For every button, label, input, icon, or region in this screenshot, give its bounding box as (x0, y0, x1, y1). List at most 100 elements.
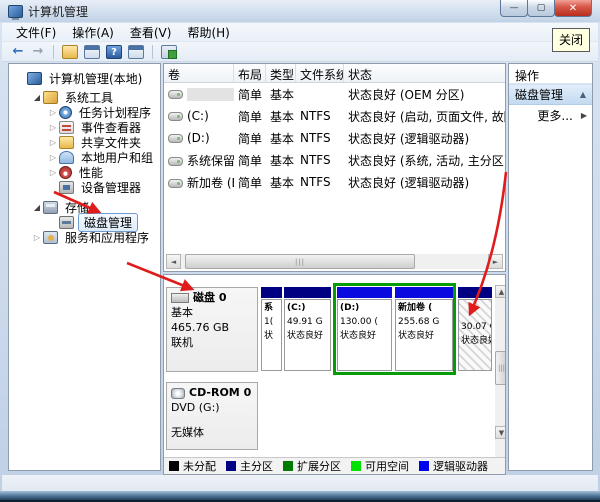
disk0-name: 磁盘 0 (193, 291, 226, 306)
legend-swatch (283, 461, 293, 471)
status-cell: 状态良好 (逻辑驱动器) (344, 174, 506, 191)
type-cell: 基本 (266, 152, 296, 169)
partition-body: 系1(状 (261, 299, 282, 371)
partition-新加卷[interactable]: 新加卷 (255.68 G状态良好 (395, 287, 453, 372)
collapsed-triangle-icon[interactable]: ▷ (47, 108, 59, 117)
vertical-scroll-thumb[interactable]: ||| (495, 351, 506, 385)
vertical-scrollbar[interactable]: ▲ ||| ▼ (495, 285, 506, 457)
volume-name-cell: 系统保留 (164, 152, 234, 169)
cdrom-drive: DVD (G:) (171, 401, 253, 416)
partition-text-line: 130.00 ( (340, 316, 389, 330)
folder-icon[interactable] (62, 45, 78, 59)
collapse-caret-icon[interactable]: ▲ (580, 90, 586, 99)
disk-icon (171, 293, 189, 303)
minimize-button[interactable]: — (500, 0, 528, 17)
partition-header-strip (458, 287, 492, 298)
window-title: 计算机管理 (28, 3, 88, 20)
cdrom-icon (171, 388, 185, 399)
sidebar-item-computer[interactable]: 计算机管理(本地) (9, 71, 160, 86)
disk0-size: 465.76 GB (171, 321, 253, 336)
sidebar-item-perf[interactable]: ▷性能 (9, 165, 160, 180)
partition-C[interactable]: (C:)49.91 G状态良好 (284, 287, 331, 372)
partition-text-line: 49.91 G (287, 316, 328, 330)
cdrom-label-cell[interactable]: CD-ROM 0 DVD (G:) 无媒体 (166, 382, 258, 450)
sidebar-item-clock[interactable]: ▷任务计划程序 (9, 105, 160, 120)
filesystem-cell: NTFS (296, 153, 344, 167)
device-icon (59, 181, 74, 194)
table-row[interactable]: (D:)简单基本NTFS状态良好 (逻辑驱动器) (164, 127, 505, 149)
maximize-button[interactable]: ▢ (527, 0, 555, 17)
menu-item[interactable]: 操作(A) (64, 22, 122, 43)
partition-D[interactable]: (D:)130.00 (状态良好 (337, 287, 392, 372)
partition-3007G[interactable]: 30.07 G状态良好 (458, 287, 492, 372)
column-header[interactable]: 类型 (266, 64, 296, 82)
window-controls: — ▢ ✕ (501, 0, 592, 17)
collapsed-triangle-icon[interactable]: ▷ (47, 138, 59, 147)
scroll-down-button[interactable]: ▼ (495, 426, 506, 439)
more-actions-item[interactable]: 更多... ▶ (509, 105, 592, 126)
partition-text-line: 状态良好 (340, 330, 389, 344)
back-arrow-icon[interactable]: ← (8, 44, 28, 59)
forward-arrow-icon[interactable]: → (28, 44, 48, 59)
tree-item-label: 设备管理器 (78, 179, 144, 196)
partition-text-line: 新加卷 ( (398, 302, 450, 316)
collapsed-triangle-icon[interactable]: ▷ (31, 233, 43, 242)
sidebar-item-tools[interactable]: ◢系统工具 (9, 90, 160, 105)
volume-list-pane: 卷布局类型文件系统状态 简单基本状态良好 (OEM 分区)(C:)简单基本NTF… (163, 63, 506, 272)
event-icon (59, 121, 74, 134)
more-actions-label: 更多... (537, 107, 572, 124)
disk0-status: 联机 (171, 336, 253, 351)
disk0-label-cell[interactable]: 磁盘 0 基本 465.76 GB 联机 (166, 287, 258, 372)
console-tree-pane: 计算机管理(本地) ◢系统工具▷任务计划程序▷事件查看器▷共享文件夹▷本地用户和组… (8, 63, 161, 471)
share-icon (59, 136, 74, 149)
table-row[interactable]: 简单基本状态良好 (OEM 分区) (164, 83, 505, 105)
table-row[interactable]: 新加卷 (E:)简单基本NTFS状态良好 (逻辑驱动器) (164, 171, 505, 193)
layout-cell: 简单 (234, 130, 266, 147)
sidebar-item-disk[interactable]: 磁盘管理 (9, 215, 160, 230)
expanded-triangle-icon[interactable]: ◢ (31, 93, 43, 102)
sidebar-item-share[interactable]: ▷共享文件夹 (9, 135, 160, 150)
table-row[interactable]: (C:)简单基本NTFS状态良好 (启动, 页面文件, 故障转储, (164, 105, 505, 127)
computer-management-window: 计算机管理 — ▢ ✕ 关闭 文件(F)操作(A)查看(V)帮助(H) ← → … (0, 0, 600, 502)
export-list-icon[interactable] (161, 45, 177, 59)
horizontal-scrollbar[interactable]: ◄ ||| ► (166, 254, 503, 269)
help-icon[interactable]: ? (106, 45, 122, 59)
layout-cell: 简单 (234, 152, 266, 169)
close-button[interactable]: ✕ (554, 0, 592, 17)
computer-icon (27, 72, 42, 85)
sidebar-item-device[interactable]: 设备管理器 (9, 180, 160, 195)
legend-label: 扩展分区 (297, 458, 341, 474)
legend-label: 未分配 (183, 458, 216, 474)
partition-系[interactable]: 系1(状 (261, 287, 282, 372)
legend-item: 扩展分区 (283, 458, 341, 474)
scroll-right-button[interactable]: ► (488, 254, 503, 269)
console-window-icon[interactable] (84, 45, 100, 59)
menu-item[interactable]: 文件(F) (8, 22, 64, 43)
column-header[interactable]: 文件系统 (296, 64, 344, 82)
menu-item[interactable]: 帮助(H) (179, 22, 237, 43)
collapsed-triangle-icon[interactable]: ▷ (47, 123, 59, 132)
drive-icon (168, 112, 183, 121)
scroll-up-button[interactable]: ▲ (495, 285, 506, 298)
layout-cell: 简单 (234, 108, 266, 125)
sidebar-item-services[interactable]: ▷服务和应用程序 (9, 230, 160, 245)
actions-group-disk-management[interactable]: 磁盘管理 ▲ (509, 84, 592, 105)
filesystem-cell: NTFS (296, 131, 344, 145)
legend-label: 主分区 (240, 458, 273, 474)
status-cell: 状态良好 (OEM 分区) (344, 86, 506, 103)
column-header[interactable]: 布局 (234, 64, 266, 82)
sidebar-item-users[interactable]: ▷本地用户和组 (9, 150, 160, 165)
scroll-left-button[interactable]: ◄ (166, 254, 181, 269)
collapsed-triangle-icon[interactable]: ▷ (47, 168, 59, 177)
collapsed-triangle-icon[interactable]: ▷ (47, 153, 59, 162)
sidebar-item-event[interactable]: ▷事件查看器 (9, 120, 160, 135)
column-header[interactable]: 状态 (344, 64, 506, 82)
status-cell: 状态良好 (逻辑驱动器) (344, 130, 506, 147)
menu-item[interactable]: 查看(V) (122, 22, 180, 43)
table-row[interactable]: 系统保留简单基本NTFS状态良好 (系统, 活动, 主分区) (164, 149, 505, 171)
console-window-icon[interactable] (128, 45, 144, 59)
column-header[interactable]: 卷 (164, 64, 234, 82)
legend-item: 未分配 (169, 458, 216, 474)
expanded-triangle-icon[interactable]: ◢ (31, 203, 43, 212)
horizontal-scroll-thumb[interactable]: ||| (185, 254, 415, 269)
